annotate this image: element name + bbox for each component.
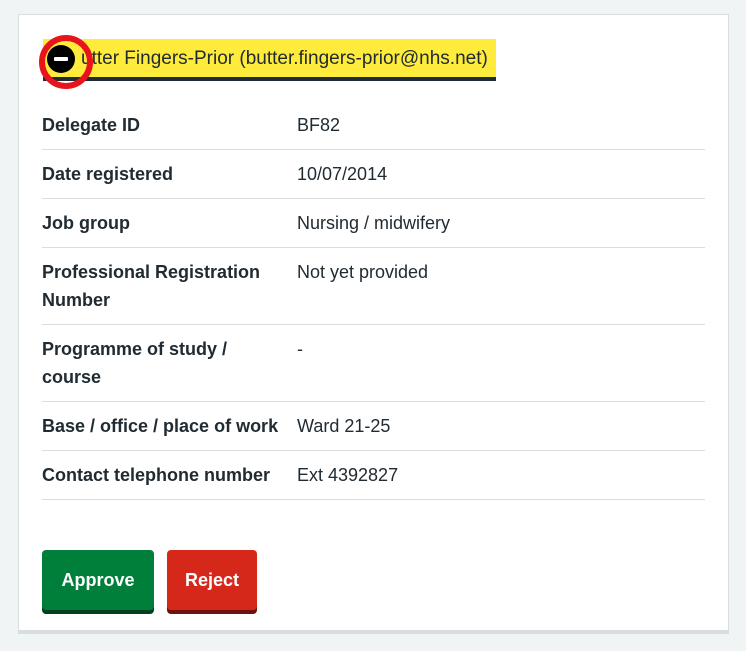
delegate-summary-text[interactable]: utter Fingers-Prior (butter.fingers-prio… <box>81 48 488 70</box>
approve-button[interactable]: Approve <box>42 550 154 610</box>
detail-row-programme-of-study: Programme of study / course - <box>42 325 705 402</box>
detail-label: Professional Registration Number <box>42 262 261 310</box>
detail-row-professional-registration: Professional Registration Number Not yet… <box>42 248 705 325</box>
detail-value: BF82 <box>297 115 341 135</box>
detail-value: Nursing / midwifery <box>297 213 451 233</box>
detail-label: Programme of study / course <box>42 339 228 387</box>
detail-label: Base / office / place of work <box>42 416 279 436</box>
detail-value: Ext 4392827 <box>297 465 399 485</box>
detail-row-contact-telephone: Contact telephone number Ext 4392827 <box>42 451 705 500</box>
delegate-summary-toggle[interactable]: utter Fingers-Prior (butter.fingers-prio… <box>39 35 496 89</box>
reject-button[interactable]: Reject <box>167 550 257 610</box>
detail-value: Ward 21-25 <box>297 416 391 436</box>
detail-value: - <box>297 339 303 359</box>
detail-label: Contact telephone number <box>42 465 271 485</box>
detail-value: Not yet provided <box>297 262 429 282</box>
action-buttons: Approve Reject <box>42 550 257 610</box>
detail-row-base-office: Base / office / place of work Ward 21-25 <box>42 402 705 451</box>
detail-label: Job group <box>42 213 130 233</box>
minus-bar <box>54 57 68 61</box>
detail-value: 10/07/2014 <box>297 164 388 184</box>
detail-label: Delegate ID <box>42 115 141 135</box>
detail-row-job-group: Job group Nursing / midwifery <box>42 199 705 248</box>
detail-row-delegate-id: Delegate ID BF82 <box>42 101 705 150</box>
summary-focus-highlight[interactable]: utter Fingers-Prior (butter.fingers-prio… <box>39 35 496 89</box>
detail-row-date-registered: Date registered 10/07/2014 <box>42 150 705 199</box>
detail-label: Date registered <box>42 164 174 184</box>
delegate-details-list: Delegate ID BF82 Date registered 10/07/2… <box>42 101 705 500</box>
minus-circle-icon[interactable] <box>39 35 93 89</box>
delegate-card: utter Fingers-Prior (butter.fingers-prio… <box>18 14 729 634</box>
